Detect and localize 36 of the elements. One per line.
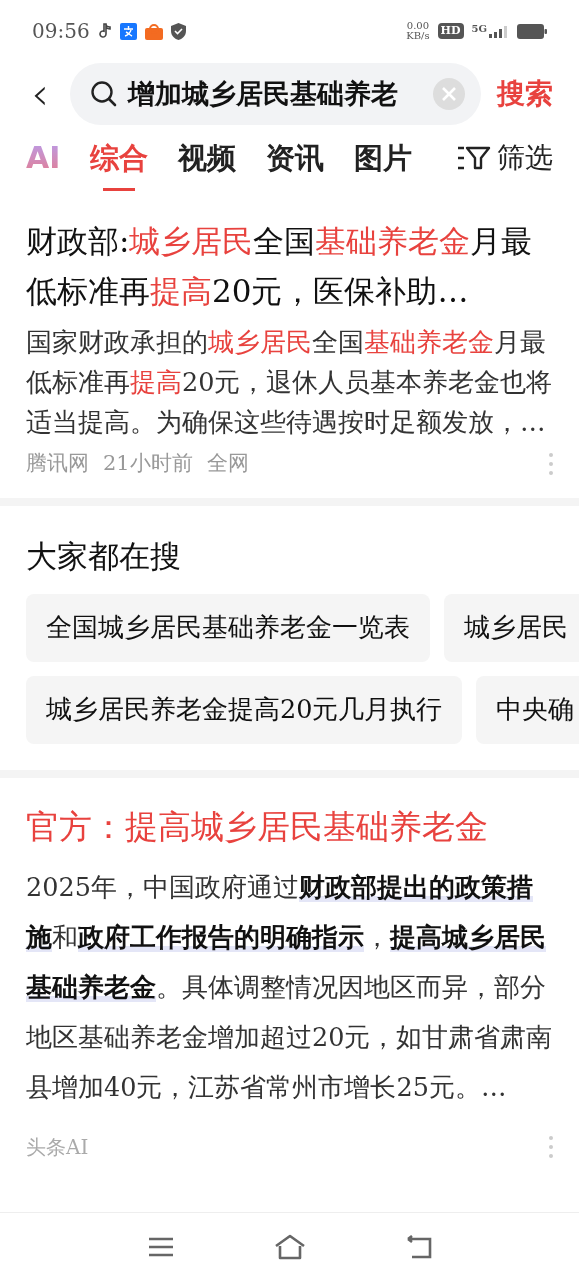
result-title[interactable]: 官方：提高城乡居民基础养老金 [26,801,553,852]
hd-badge: HD [437,23,464,39]
result-meta: 21小时前 [103,450,193,477]
back-icon[interactable] [405,1234,432,1259]
result-title[interactable]: 财政部:城乡居民全国基础养老金月最低标准再提高20元，医保补助… [26,216,553,316]
result-source: 头条AI [26,1133,89,1161]
back-button[interactable]: ‹ [26,72,54,116]
home-icon[interactable] [273,1233,306,1260]
tab[interactable]: 视频 [178,137,237,191]
search-button[interactable]: 搜索 [497,73,553,115]
tab[interactable]: 图片 [354,137,413,191]
app-icon [144,22,163,40]
related-search-chip[interactable]: 城乡居民养老金提高20元几月执行 [26,675,463,744]
network-speed-unit: KB/s [406,31,430,41]
result-meta: 腾讯网 [26,450,89,477]
battery-icon [517,23,547,39]
result-snippet: 国家财政承担的城乡居民全国基础养老金月最低标准再提高20元，退休人员基本养老金也将适当提高。为确保这些待遇按时足额发放，… [26,326,553,439]
filter-icon [457,144,491,171]
related-search-chip[interactable]: 城乡居民 [444,593,579,662]
filter-button[interactable]: 筛选 [457,136,553,192]
related-search-chip[interactable]: 全国城乡居民基础养老金一览表 [26,593,430,662]
menu-icon[interactable] [147,1236,174,1257]
search-field[interactable]: 增加城乡居民基础养老 [70,63,481,125]
network-speed: 0.00 [406,21,430,31]
result-meta: 全网 [206,450,249,477]
ai-answer-text: 2025年，中国政府通过财政部提出的政策措施和政府工作报告的明确指示，提高城乡居民基础养老金。具体调整情况因地区而异，部分地区基础养老金增加超过20元，如甘肃省肃南县增加40元，江苏省常州市增长25元。… [26,870,553,1104]
related-search-chip[interactable]: 中央确 [476,675,579,744]
signal-icon [489,24,509,38]
status-time: 09:56 [32,18,90,45]
music-note-icon [97,23,112,39]
app-icon [119,22,137,40]
tab[interactable]: 资讯 [266,137,325,191]
shield-icon [170,22,186,40]
section-title: 大家都在搜 [26,536,182,576]
network-type: 5G [471,24,487,34]
search-icon [90,80,118,108]
